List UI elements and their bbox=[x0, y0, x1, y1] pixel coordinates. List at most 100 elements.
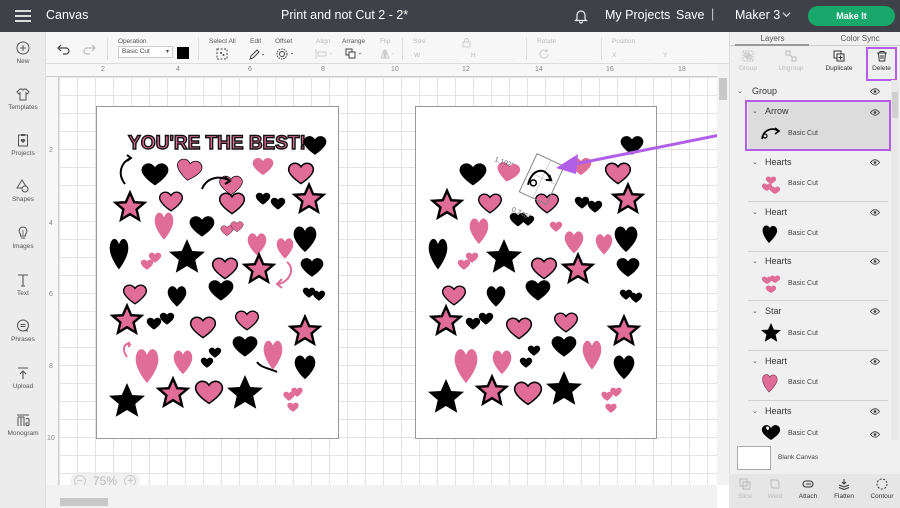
flip-icon bbox=[380, 49, 394, 59]
ungroup-label: Ungroup bbox=[778, 65, 804, 72]
arrange-icon[interactable] bbox=[345, 48, 365, 60]
nav-new[interactable]: New bbox=[0, 41, 46, 65]
chevron-down-icon[interactable]: ⌄ bbox=[752, 307, 758, 315]
canvas-page-right[interactable]: 1.192" 0.746" bbox=[415, 106, 657, 439]
active-tab-indicator bbox=[735, 44, 809, 46]
eye-icon[interactable] bbox=[870, 408, 880, 415]
layers-scrollbar[interactable] bbox=[891, 80, 899, 440]
duplicate-button[interactable]: Duplicate bbox=[821, 50, 857, 72]
layer-name: Heart bbox=[765, 356, 788, 366]
nav-shapes[interactable]: Shapes bbox=[0, 179, 46, 203]
chevron-down-icon[interactable] bbox=[782, 10, 791, 19]
layer-name: Hearts bbox=[765, 157, 792, 167]
y-label: Y bbox=[663, 52, 668, 59]
width-label: W bbox=[414, 52, 421, 59]
align-label: Align bbox=[316, 38, 331, 45]
speech-bubble-icon bbox=[17, 319, 29, 332]
lock-icon[interactable] bbox=[462, 38, 471, 48]
eye-icon[interactable] bbox=[870, 159, 880, 166]
x-label: X bbox=[612, 52, 617, 59]
operation-color-swatch[interactable] bbox=[177, 47, 189, 59]
rotate-input[interactable] bbox=[555, 49, 593, 60]
blank-canvas-swatch[interactable] bbox=[737, 446, 771, 470]
ruler-tick: 4 bbox=[176, 66, 180, 73]
chevron-down-icon[interactable]: ⌄ bbox=[752, 158, 758, 166]
ruler-tick: 8 bbox=[49, 363, 53, 370]
flatten-icon bbox=[838, 479, 850, 490]
position-x-input[interactable] bbox=[621, 49, 653, 60]
select-all-icon[interactable] bbox=[216, 48, 228, 60]
nav-label: Monogram bbox=[7, 430, 39, 437]
eye-icon[interactable] bbox=[870, 209, 880, 216]
weld-button[interactable]: Weld bbox=[764, 478, 786, 500]
duplicate-label: Duplicate bbox=[825, 65, 853, 72]
canvas-horizontal-scroll-thumb[interactable] bbox=[60, 498, 108, 506]
height-input[interactable] bbox=[480, 49, 515, 60]
rotate-icon bbox=[539, 49, 549, 59]
ungroup-button[interactable]: Ungroup bbox=[775, 50, 807, 72]
bell-icon[interactable] bbox=[573, 8, 589, 24]
edit-label: Edit bbox=[250, 38, 262, 45]
canvas-vertical-scroll-thumb[interactable] bbox=[719, 78, 727, 100]
blank-canvas-label: Blank Canvas bbox=[778, 454, 819, 461]
monogram-icon bbox=[17, 414, 30, 427]
chevron-down-icon[interactable]: ⌄ bbox=[752, 257, 758, 265]
group-label[interactable]: Group bbox=[752, 86, 777, 96]
width-input[interactable] bbox=[423, 49, 458, 60]
edit-pencil-icon[interactable] bbox=[248, 48, 266, 60]
make-it-button[interactable]: Make It bbox=[808, 6, 895, 26]
ungroup-icon bbox=[785, 50, 797, 62]
group-button[interactable]: Group bbox=[735, 50, 761, 72]
machine-selector[interactable]: Maker 3 bbox=[735, 8, 780, 22]
group-chevron-icon[interactable]: ⌄ bbox=[737, 87, 743, 95]
canvas-horizontal-scrollbar[interactable] bbox=[46, 485, 717, 508]
chevron-down-icon[interactable]: ⌄ bbox=[752, 208, 758, 216]
duplicate-icon bbox=[833, 50, 845, 62]
nav-templates[interactable]: Templates bbox=[0, 87, 46, 111]
layer-operation: Basic Cut bbox=[788, 430, 818, 437]
canvas-page-left[interactable]: YOU'RE THE BEST! bbox=[96, 106, 339, 439]
canvas-vertical-scrollbar[interactable] bbox=[717, 64, 729, 485]
hamburger-menu-icon[interactable] bbox=[15, 10, 31, 22]
eye-icon[interactable] bbox=[870, 431, 880, 438]
nav-label: Projects bbox=[11, 150, 35, 157]
chevron-down-icon[interactable]: ⌄ bbox=[752, 357, 758, 365]
attach-label: Attach bbox=[798, 493, 818, 500]
nav-projects[interactable]: Projects bbox=[0, 133, 46, 157]
eye-icon[interactable] bbox=[870, 258, 880, 265]
slice-button[interactable]: Slice bbox=[735, 478, 755, 500]
nav-monogram[interactable]: Monogram bbox=[0, 413, 46, 437]
layers-scroll-thumb[interactable] bbox=[892, 92, 898, 118]
my-projects-link[interactable]: My Projects bbox=[605, 8, 670, 22]
contour-button[interactable]: Contour bbox=[867, 478, 897, 500]
chevron-down-icon[interactable]: ⌄ bbox=[752, 407, 758, 415]
flatten-button[interactable]: Flatten bbox=[830, 478, 858, 500]
ruler-tick: 10 bbox=[47, 435, 55, 442]
save-button[interactable]: Save bbox=[676, 8, 705, 22]
eye-icon[interactable] bbox=[870, 88, 880, 95]
selected-layer-highlight bbox=[745, 100, 891, 151]
undo-icon[interactable] bbox=[57, 43, 71, 55]
top-bar: Canvas Print and not Cut 2 - 2* My Proje… bbox=[0, 0, 900, 32]
sheet-title-text: YOU'RE THE BEST! bbox=[128, 133, 306, 154]
nav-images[interactable]: Images bbox=[0, 226, 46, 250]
design-canvas[interactable]: YOU'RE THE BEST! 1.192" 0.746" bbox=[59, 77, 717, 485]
nav-phrases[interactable]: Phrases bbox=[0, 319, 46, 343]
size-label: Size bbox=[413, 38, 426, 45]
ruler-tick: 10 bbox=[391, 66, 399, 73]
hearts-thumbnail-icon bbox=[761, 425, 781, 440]
position-y-input[interactable] bbox=[672, 49, 704, 60]
offset-icon[interactable] bbox=[276, 48, 296, 60]
nav-label: Upload bbox=[12, 383, 34, 390]
sticker-sheet-right: 1.192" 0.746" bbox=[428, 136, 644, 413]
layer-operation: Basic Cut bbox=[788, 230, 818, 237]
eye-icon[interactable] bbox=[870, 358, 880, 365]
paperclip-icon bbox=[802, 480, 814, 488]
nav-upload[interactable]: Upload bbox=[0, 366, 46, 390]
operation-select[interactable]: Basic Cut bbox=[118, 46, 173, 58]
attach-button[interactable]: Attach bbox=[795, 478, 821, 500]
redo-icon[interactable] bbox=[82, 43, 96, 55]
nav-text[interactable]: Text bbox=[0, 273, 46, 297]
arrange-label: Arrange bbox=[342, 38, 366, 45]
eye-icon[interactable] bbox=[870, 308, 880, 315]
